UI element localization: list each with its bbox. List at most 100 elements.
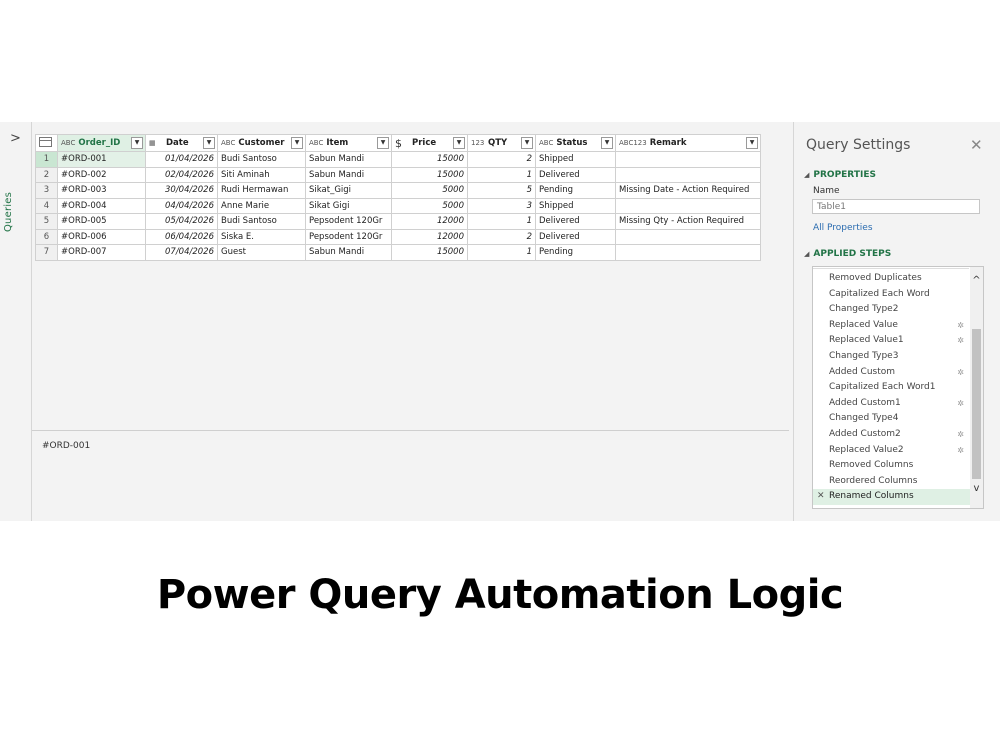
filter-dropdown-icon[interactable]: ▼: [453, 137, 465, 149]
applied-steps-section-header[interactable]: ◢ APPLIED STEPS: [804, 249, 891, 259]
applied-step[interactable]: Reordered Columns: [813, 474, 970, 490]
cell-item[interactable]: Sabun Mandi: [305, 244, 392, 261]
cell-remark[interactable]: [615, 151, 761, 168]
column-header-remark[interactable]: ABC123 Remark ▼: [615, 134, 761, 152]
cell-price[interactable]: 15000: [391, 244, 468, 261]
cell-order-id[interactable]: #ORD-002: [57, 166, 146, 183]
properties-section-header[interactable]: ◢ PROPERTIES: [804, 170, 876, 180]
number-type-icon[interactable]: 123: [471, 139, 485, 147]
filter-dropdown-icon[interactable]: ▼: [377, 137, 389, 149]
applied-step[interactable]: Removed Duplicates: [813, 271, 970, 287]
cell-status[interactable]: Shipped: [535, 151, 616, 168]
cell-price[interactable]: 12000: [391, 213, 468, 230]
cell-price[interactable]: 5000: [391, 182, 468, 199]
cell-price[interactable]: 15000: [391, 166, 468, 183]
cell-price[interactable]: 12000: [391, 228, 468, 245]
cell-order-id[interactable]: #ORD-003: [57, 182, 146, 199]
cell-item[interactable]: Sikat Gigi: [305, 197, 392, 214]
gear-icon[interactable]: ✲: [957, 396, 964, 412]
filter-dropdown-icon[interactable]: ▼: [291, 137, 303, 149]
cell-status[interactable]: Shipped: [535, 197, 616, 214]
cell-customer[interactable]: Rudi Hermawan: [217, 182, 306, 199]
query-name-input[interactable]: Table1: [812, 199, 980, 214]
applied-step[interactable]: Replaced Value ✲: [813, 318, 970, 334]
cell-remark[interactable]: [615, 244, 761, 261]
cell-item[interactable]: Pepsodent 120Gr: [305, 228, 392, 245]
applied-step[interactable]: Removed Columns: [813, 458, 970, 474]
cell-status[interactable]: Pending: [535, 182, 616, 199]
cell-item[interactable]: Sabun Mandi: [305, 166, 392, 183]
expand-queries-chevron-icon[interactable]: >: [10, 132, 21, 146]
cell-date[interactable]: 07/04/2026: [145, 244, 218, 261]
cell-customer[interactable]: Anne Marie: [217, 197, 306, 214]
cell-item[interactable]: Pepsodent 120Gr: [305, 213, 392, 230]
cell-remark[interactable]: Missing Qty - Action Required: [615, 213, 761, 230]
applied-step[interactable]: Capitalized Each Word1: [813, 380, 970, 396]
column-header-date[interactable]: ▦ Date ▼: [145, 134, 218, 152]
filter-dropdown-icon[interactable]: ▼: [746, 137, 758, 149]
applied-step[interactable]: Capitalized Each Word: [813, 287, 970, 303]
cell-qty[interactable]: 3: [467, 197, 536, 214]
scroll-down-chevron-icon[interactable]: v: [971, 483, 982, 494]
cell-order-id[interactable]: #ORD-001: [57, 151, 146, 168]
cell-order-id[interactable]: #ORD-006: [57, 228, 146, 245]
close-icon[interactable]: ✕: [970, 136, 983, 154]
cell-qty[interactable]: 1: [467, 166, 536, 183]
cell-qty[interactable]: 1: [467, 213, 536, 230]
filter-dropdown-icon[interactable]: ▼: [521, 137, 533, 149]
column-header-customer[interactable]: ABC Customer ▼: [217, 134, 306, 152]
applied-step[interactable]: Replaced Value1 ✲: [813, 333, 970, 349]
gear-icon[interactable]: ✲: [957, 365, 964, 381]
cell-order-id[interactable]: #ORD-005: [57, 213, 146, 230]
cell-remark[interactable]: [615, 228, 761, 245]
row-number[interactable]: 4: [35, 197, 58, 214]
text-type-icon[interactable]: ABC: [221, 139, 235, 147]
delete-step-icon[interactable]: ✕: [817, 489, 825, 505]
cell-date[interactable]: 30/04/2026: [145, 182, 218, 199]
row-number[interactable]: 3: [35, 182, 58, 199]
cell-status[interactable]: Delivered: [535, 166, 616, 183]
cell-status[interactable]: Pending: [535, 244, 616, 261]
text-type-icon[interactable]: ABC: [539, 139, 553, 147]
row-number[interactable]: 5: [35, 213, 58, 230]
cell-qty[interactable]: 2: [467, 151, 536, 168]
cell-qty[interactable]: 5: [467, 182, 536, 199]
row-number[interactable]: 1: [35, 151, 58, 168]
table-menu-corner[interactable]: [35, 134, 58, 152]
text-type-icon[interactable]: ABC: [61, 139, 75, 147]
cell-customer[interactable]: Siti Aminah: [217, 166, 306, 183]
cell-remark[interactable]: [615, 166, 761, 183]
cell-customer[interactable]: Guest: [217, 244, 306, 261]
any-type-icon[interactable]: ABC123: [619, 139, 647, 147]
cell-remark[interactable]: Missing Date - Action Required: [615, 182, 761, 199]
row-number[interactable]: 2: [35, 166, 58, 183]
currency-type-icon[interactable]: $: [395, 137, 409, 150]
cell-customer[interactable]: Siska E.: [217, 228, 306, 245]
applied-step[interactable]: Added Custom ✲: [813, 365, 970, 381]
applied-step[interactable]: Added Custom1 ✲: [813, 396, 970, 412]
column-header-item[interactable]: ABC Item ▼: [305, 134, 392, 152]
cell-order-id[interactable]: #ORD-007: [57, 244, 146, 261]
column-header-qty[interactable]: 123 QTY ▼: [467, 134, 536, 152]
applied-step[interactable]: Added Custom2 ✲: [813, 427, 970, 443]
row-number[interactable]: 6: [35, 228, 58, 245]
cell-status[interactable]: Delivered: [535, 213, 616, 230]
cell-order-id[interactable]: #ORD-004: [57, 197, 146, 214]
cell-qty[interactable]: 1: [467, 244, 536, 261]
applied-step-selected[interactable]: ✕ Renamed Columns: [813, 489, 970, 505]
cell-date[interactable]: 01/04/2026: [145, 151, 218, 168]
applied-step[interactable]: Changed Type3: [813, 349, 970, 365]
column-header-price[interactable]: $ Price ▼: [391, 134, 468, 152]
cell-price[interactable]: 5000: [391, 197, 468, 214]
gear-icon[interactable]: ✲: [957, 333, 964, 349]
applied-step[interactable]: Changed Type4: [813, 411, 970, 427]
column-header-status[interactable]: ABC Status ▼: [535, 134, 616, 152]
cell-status[interactable]: Delivered: [535, 228, 616, 245]
cell-customer[interactable]: Budi Santoso: [217, 213, 306, 230]
cell-remark[interactable]: [615, 197, 761, 214]
filter-dropdown-icon[interactable]: ▼: [601, 137, 613, 149]
cell-qty[interactable]: 2: [467, 228, 536, 245]
cell-item[interactable]: Sikat_Gigi: [305, 182, 392, 199]
date-type-icon[interactable]: ▦: [149, 139, 163, 147]
gear-icon[interactable]: ✲: [957, 427, 964, 443]
